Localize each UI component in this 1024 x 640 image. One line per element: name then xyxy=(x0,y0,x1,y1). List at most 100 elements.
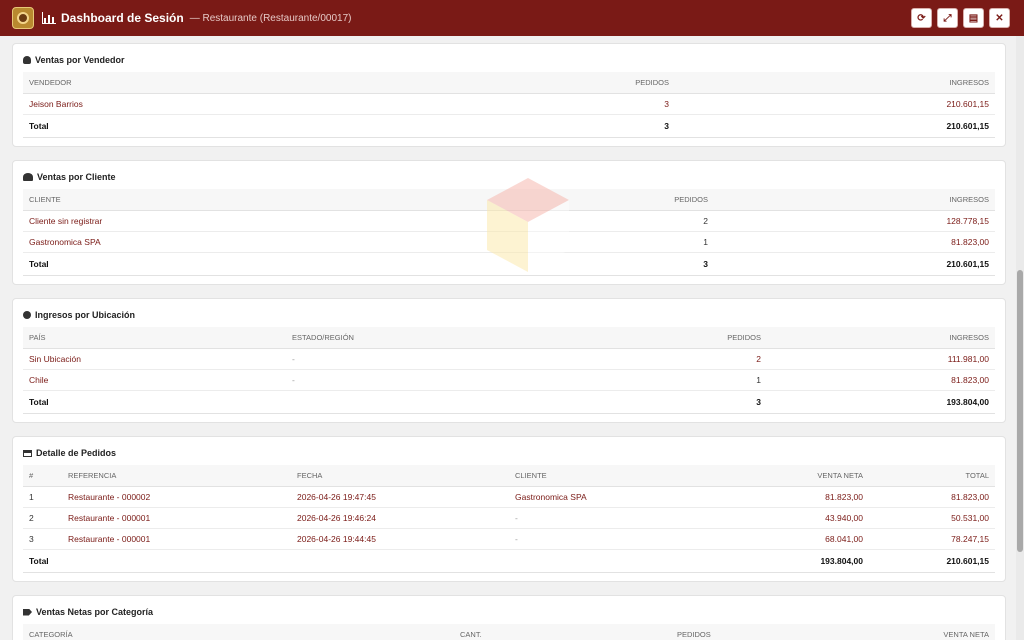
total-row: Total 193.804,00 210.601,15 xyxy=(23,548,995,573)
column-header: VENTA NETA xyxy=(725,465,869,487)
scroll-thumb[interactable] xyxy=(1017,270,1023,552)
top-bar: Dashboard de Sesión — Restaurante (Resta… xyxy=(0,0,1024,36)
table-row[interactable]: 3 Restaurante - 000001 2026-04-26 19:44:… xyxy=(23,528,995,550)
table-row[interactable]: 2 Restaurante - 000001 2026-04-26 19:46:… xyxy=(23,507,995,529)
column-header: PEDIDOS xyxy=(393,72,675,94)
total-row: Total 3 210.601,15 xyxy=(23,113,995,138)
pedidos-cell: 1 xyxy=(486,369,767,391)
table-row[interactable]: 1 Restaurante - 000002 2026-04-26 19:47:… xyxy=(23,486,995,508)
ingresos-cell: 111.981,00 xyxy=(767,348,995,370)
scrollbar[interactable] xyxy=(1016,36,1024,640)
total-pedidos: 3 xyxy=(393,113,675,138)
region-cell: - xyxy=(286,369,486,391)
card-title: Ventas por Cliente xyxy=(37,172,116,182)
expand-icon: ⤢ xyxy=(943,12,952,24)
pdf-icon: ▤ xyxy=(968,12,979,24)
app-logo xyxy=(12,7,34,29)
ingresos-cell: 81.823,00 xyxy=(714,231,995,253)
column-header: PEDIDOS xyxy=(393,189,714,211)
cliente-name-link[interactable]: Cliente sin registrar xyxy=(23,210,393,232)
globe-icon xyxy=(23,311,31,319)
cliente-link[interactable]: Gastronomica SPA xyxy=(509,486,725,508)
card-ventas-categoria: Ventas Netas por Categoría CATEGORÍA CAN… xyxy=(12,595,1006,640)
column-header: CLIENTE xyxy=(23,189,393,211)
total-venta-neta: 193.804,00 xyxy=(725,548,869,573)
card-title: Ingresos por Ubicación xyxy=(35,310,136,320)
row-number: 2 xyxy=(23,507,62,529)
cliente-name-link[interactable]: Gastronomica SPA xyxy=(23,231,393,253)
venta-neta-cell: 68.041,00 xyxy=(725,528,869,550)
column-header: INGRESOS xyxy=(714,189,995,211)
total-pedidos: 3 xyxy=(486,389,767,414)
fecha-cell: 2026-04-26 19:46:24 xyxy=(291,507,509,529)
pais-link[interactable]: Chile xyxy=(23,369,286,391)
close-button[interactable]: ✕ xyxy=(989,8,1010,28)
tags-icon xyxy=(23,608,32,616)
cliente-cell: - xyxy=(509,528,725,550)
column-header: VENTA NETA xyxy=(849,624,995,640)
pdf-button[interactable]: ▤ xyxy=(963,8,984,28)
pedidos-cell: 1 xyxy=(393,231,714,253)
ingresos-cell: 210.601,15 xyxy=(675,93,995,115)
region-cell: - xyxy=(286,348,486,370)
refresh-button[interactable]: ⟳ xyxy=(911,8,932,28)
ubicacion-table: PAÍS ESTADO/REGIÓN PEDIDOS INGRESOS Sin … xyxy=(23,327,995,414)
column-header: INGRESOS xyxy=(767,327,995,349)
vendedor-table: VENDEDOR PEDIDOS INGRESOS Jeison Barrios… xyxy=(23,72,995,138)
card-title: Detalle de Pedidos xyxy=(36,448,117,458)
card-ventas-vendedor: Ventas por Vendedor VENDEDOR PEDIDOS ING… xyxy=(12,43,1006,147)
card-title: Ventas Netas por Categoría xyxy=(36,607,154,617)
column-header: INGRESOS xyxy=(675,72,995,94)
pais-link[interactable]: Sin Ubicación xyxy=(23,348,286,370)
column-header: REFERENCIA xyxy=(62,465,291,487)
column-header: PEDIDOS xyxy=(486,327,767,349)
referencia-link[interactable]: Restaurante - 000001 xyxy=(62,528,291,550)
header-actions: ⟳ ⤢ ▤ ✕ xyxy=(911,8,1010,28)
user-icon xyxy=(23,56,31,64)
users-icon xyxy=(23,173,33,181)
card-title: Ventas por Vendedor xyxy=(35,55,125,65)
table-row[interactable]: Jeison Barrios 3 210.601,15 xyxy=(23,93,995,115)
total-label: Total xyxy=(23,389,286,414)
column-header: CANT. xyxy=(454,624,671,640)
total-ingresos: 210.601,15 xyxy=(675,113,995,138)
ingresos-cell: 81.823,00 xyxy=(767,369,995,391)
bar-chart-icon xyxy=(42,12,56,24)
total-label: Total xyxy=(23,251,393,276)
column-header: VENDEDOR xyxy=(23,72,393,94)
total-row: Total 3 210.601,15 xyxy=(23,251,995,276)
total-cell: 50.531,00 xyxy=(869,507,995,529)
expand-button[interactable]: ⤢ xyxy=(937,8,958,28)
refresh-icon: ⟳ xyxy=(917,12,926,24)
total-empty xyxy=(291,548,509,573)
row-number: 1 xyxy=(23,486,62,508)
page-subtitle: — Restaurante (Restaurante/00017) xyxy=(189,12,352,24)
table-row[interactable]: Sin Ubicación - 2 111.981,00 xyxy=(23,348,995,370)
pedidos-table: # REFERENCIA FECHA CLIENTE VENTA NETA TO… xyxy=(23,465,995,573)
referencia-link[interactable]: Restaurante - 000002 xyxy=(62,486,291,508)
row-number: 3 xyxy=(23,528,62,550)
referencia-link[interactable]: Restaurante - 000001 xyxy=(62,507,291,529)
total-cell: 78.247,15 xyxy=(869,528,995,550)
total-empty xyxy=(62,548,291,573)
close-icon: ✕ xyxy=(995,12,1004,24)
ingresos-cell: 128.778,15 xyxy=(714,210,995,232)
total-label: Total xyxy=(23,113,393,138)
table-row[interactable]: Gastronomica SPA 1 81.823,00 xyxy=(23,231,995,253)
total-ingresos: 210.601,15 xyxy=(714,251,995,276)
table-row[interactable]: Chile - 1 81.823,00 xyxy=(23,369,995,391)
total-empty xyxy=(286,389,486,414)
table-row[interactable]: Cliente sin registrar 2 128.778,15 xyxy=(23,210,995,232)
total-ingresos: 193.804,00 xyxy=(767,389,995,414)
pedidos-cell: 2 xyxy=(486,348,767,370)
total-cell: 81.823,00 xyxy=(869,486,995,508)
column-header: CATEGORÍA xyxy=(23,624,454,640)
column-header: PAÍS xyxy=(23,327,286,349)
categoria-table: CATEGORÍA CANT. PEDIDOS VENTA NETA xyxy=(23,624,995,640)
venta-neta-cell: 43.940,00 xyxy=(725,507,869,529)
total-label: Total xyxy=(23,548,62,573)
column-header: FECHA xyxy=(291,465,509,487)
vendedor-name-link[interactable]: Jeison Barrios xyxy=(23,93,393,115)
column-header: ESTADO/REGIÓN xyxy=(286,327,486,349)
cliente-table: CLIENTE PEDIDOS INGRESOS Cliente sin reg… xyxy=(23,189,995,276)
